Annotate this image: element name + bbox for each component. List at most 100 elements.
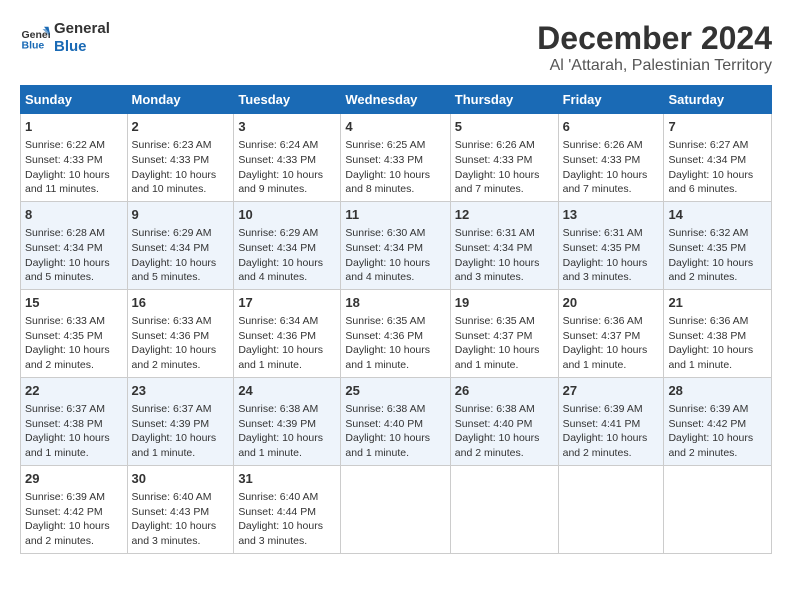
day-number: 1 <box>25 118 123 136</box>
calendar-cell: 30Sunrise: 6:40 AM Sunset: 4:43 PM Dayli… <box>127 465 234 553</box>
calendar-week-row: 29Sunrise: 6:39 AM Sunset: 4:42 PM Dayli… <box>21 465 772 553</box>
day-info: Sunrise: 6:29 AM Sunset: 4:34 PM Dayligh… <box>132 226 230 285</box>
day-number: 16 <box>132 294 230 312</box>
page-subtitle: Al 'Attarah, Palestinian Territory <box>537 57 772 75</box>
day-info: Sunrise: 6:32 AM Sunset: 4:35 PM Dayligh… <box>668 226 767 285</box>
page-header: General Blue General Blue December 2024 … <box>20 20 772 75</box>
day-info: Sunrise: 6:33 AM Sunset: 4:35 PM Dayligh… <box>25 314 123 373</box>
day-info: Sunrise: 6:27 AM Sunset: 4:34 PM Dayligh… <box>668 138 767 197</box>
svg-text:Blue: Blue <box>22 40 45 52</box>
day-number: 31 <box>238 470 336 488</box>
day-number: 13 <box>563 206 660 224</box>
page-title: December 2024 <box>537 20 772 57</box>
day-number: 3 <box>238 118 336 136</box>
day-info: Sunrise: 6:37 AM Sunset: 4:39 PM Dayligh… <box>132 402 230 461</box>
day-number: 6 <box>563 118 660 136</box>
header-cell-wednesday: Wednesday <box>341 86 450 114</box>
calendar-cell: 6 Sunrise: 6:26 AM Sunset: 4:33 PM Daylig… <box>558 114 664 202</box>
logo-icon: General Blue <box>20 23 50 53</box>
calendar-cell: 5Sunrise: 6:26 AM Sunset: 4:33 PM Daylig… <box>450 114 558 202</box>
header-cell-sunday: Sunday <box>21 86 128 114</box>
day-info: Sunrise: 6:36 AM Sunset: 4:37 PM Dayligh… <box>563 314 660 373</box>
day-info: Sunrise: 6:30 AM Sunset: 4:34 PM Dayligh… <box>345 226 445 285</box>
day-info: Sunrise: 6:40 AM Sunset: 4:44 PM Dayligh… <box>238 490 336 549</box>
calendar-cell <box>450 465 558 553</box>
day-number: 18 <box>345 294 445 312</box>
calendar-cell: 9 Sunrise: 6:29 AM Sunset: 4:34 PM Daylig… <box>127 201 234 289</box>
day-info: Sunrise: 6:35 AM Sunset: 4:37 PM Dayligh… <box>455 314 554 373</box>
day-number: 4 <box>345 118 445 136</box>
calendar-cell: 24Sunrise: 6:38 AM Sunset: 4:39 PM Dayli… <box>234 377 341 465</box>
day-number: 19 <box>455 294 554 312</box>
title-block: December 2024 Al 'Attarah, Palestinian T… <box>537 20 772 75</box>
header-cell-thursday: Thursday <box>450 86 558 114</box>
calendar-cell: 11 Sunrise: 6:30 AM Sunset: 4:34 PM Dayli… <box>341 201 450 289</box>
day-number: 20 <box>563 294 660 312</box>
day-number: 25 <box>345 382 445 400</box>
calendar-cell <box>341 465 450 553</box>
calendar-cell: 28 Sunrise: 6:39 AM Sunset: 4:42 PM Dayli… <box>664 377 772 465</box>
day-info: Sunrise: 6:33 AM Sunset: 4:36 PM Dayligh… <box>132 314 230 373</box>
day-info: Sunrise: 6:39 AM Sunset: 4:42 PM Dayligh… <box>668 402 767 461</box>
day-info: Sunrise: 6:31 AM Sunset: 4:35 PM Dayligh… <box>563 226 660 285</box>
calendar-cell: 25 Sunrise: 6:38 AM Sunset: 4:40 PM Dayli… <box>341 377 450 465</box>
calendar-cell: 19 Sunrise: 6:35 AM Sunset: 4:37 PM Dayli… <box>450 289 558 377</box>
calendar-cell: 3 Sunrise: 6:24 AM Sunset: 4:33 PM Daylig… <box>234 114 341 202</box>
header-cell-saturday: Saturday <box>664 86 772 114</box>
calendar-cell: 4 Sunrise: 6:25 AM Sunset: 4:33 PM Daylig… <box>341 114 450 202</box>
calendar-body: 1Sunrise: 6:22 AM Sunset: 4:33 PM Daylig… <box>21 114 772 554</box>
day-number: 11 <box>345 206 445 224</box>
calendar-week-row: 1Sunrise: 6:22 AM Sunset: 4:33 PM Daylig… <box>21 114 772 202</box>
day-info: Sunrise: 6:38 AM Sunset: 4:40 PM Dayligh… <box>455 402 554 461</box>
calendar-cell: 26Sunrise: 6:38 AM Sunset: 4:40 PM Dayli… <box>450 377 558 465</box>
day-number: 10 <box>238 206 336 224</box>
calendar-cell: 2Sunrise: 6:23 AM Sunset: 4:33 PM Daylig… <box>127 114 234 202</box>
day-number: 8 <box>25 206 123 224</box>
day-info: Sunrise: 6:25 AM Sunset: 4:33 PM Dayligh… <box>345 138 445 197</box>
day-info: Sunrise: 6:28 AM Sunset: 4:34 PM Dayligh… <box>25 226 123 285</box>
day-info: Sunrise: 6:40 AM Sunset: 4:43 PM Dayligh… <box>132 490 230 549</box>
day-info: Sunrise: 6:24 AM Sunset: 4:33 PM Dayligh… <box>238 138 336 197</box>
day-number: 27 <box>563 382 660 400</box>
day-info: Sunrise: 6:38 AM Sunset: 4:40 PM Dayligh… <box>345 402 445 461</box>
calendar-cell <box>558 465 664 553</box>
calendar-cell: 27 Sunrise: 6:39 AM Sunset: 4:41 PM Dayli… <box>558 377 664 465</box>
calendar-cell <box>664 465 772 553</box>
day-number: 17 <box>238 294 336 312</box>
day-number: 7 <box>668 118 767 136</box>
calendar-cell: 15 Sunrise: 6:33 AM Sunset: 4:35 PM Dayli… <box>21 289 128 377</box>
day-info: Sunrise: 6:26 AM Sunset: 4:33 PM Dayligh… <box>563 138 660 197</box>
logo-line2: Blue <box>54 38 110 56</box>
day-info: Sunrise: 6:36 AM Sunset: 4:38 PM Dayligh… <box>668 314 767 373</box>
calendar-cell: 18Sunrise: 6:35 AM Sunset: 4:36 PM Dayli… <box>341 289 450 377</box>
calendar-table: SundayMondayTuesdayWednesdayThursdayFrid… <box>20 85 772 554</box>
day-number: 28 <box>668 382 767 400</box>
day-number: 29 <box>25 470 123 488</box>
calendar-week-row: 15 Sunrise: 6:33 AM Sunset: 4:35 PM Dayli… <box>21 289 772 377</box>
day-number: 12 <box>455 206 554 224</box>
day-number: 15 <box>25 294 123 312</box>
header-cell-friday: Friday <box>558 86 664 114</box>
calendar-header-row: SundayMondayTuesdayWednesdayThursdayFrid… <box>21 86 772 114</box>
calendar-cell: 8 Sunrise: 6:28 AM Sunset: 4:34 PM Daylig… <box>21 201 128 289</box>
day-number: 9 <box>132 206 230 224</box>
day-info: Sunrise: 6:34 AM Sunset: 4:36 PM Dayligh… <box>238 314 336 373</box>
calendar-cell: 23 Sunrise: 6:37 AM Sunset: 4:39 PM Dayli… <box>127 377 234 465</box>
day-number: 23 <box>132 382 230 400</box>
calendar-cell: 12 Sunrise: 6:31 AM Sunset: 4:34 PM Dayli… <box>450 201 558 289</box>
calendar-cell: 20 Sunrise: 6:36 AM Sunset: 4:37 PM Dayli… <box>558 289 664 377</box>
calendar-cell: 31 Sunrise: 6:40 AM Sunset: 4:44 PM Dayli… <box>234 465 341 553</box>
calendar-cell: 17 Sunrise: 6:34 AM Sunset: 4:36 PM Dayli… <box>234 289 341 377</box>
calendar-cell: 13 Sunrise: 6:31 AM Sunset: 4:35 PM Dayli… <box>558 201 664 289</box>
calendar-cell: 14Sunrise: 6:32 AM Sunset: 4:35 PM Dayli… <box>664 201 772 289</box>
day-number: 21 <box>668 294 767 312</box>
calendar-cell: 10Sunrise: 6:29 AM Sunset: 4:34 PM Dayli… <box>234 201 341 289</box>
day-number: 2 <box>132 118 230 136</box>
calendar-cell: 16 Sunrise: 6:33 AM Sunset: 4:36 PM Dayli… <box>127 289 234 377</box>
day-number: 24 <box>238 382 336 400</box>
day-info: Sunrise: 6:39 AM Sunset: 4:41 PM Dayligh… <box>563 402 660 461</box>
header-cell-monday: Monday <box>127 86 234 114</box>
calendar-cell: 1Sunrise: 6:22 AM Sunset: 4:33 PM Daylig… <box>21 114 128 202</box>
header-cell-tuesday: Tuesday <box>234 86 341 114</box>
day-info: Sunrise: 6:31 AM Sunset: 4:34 PM Dayligh… <box>455 226 554 285</box>
